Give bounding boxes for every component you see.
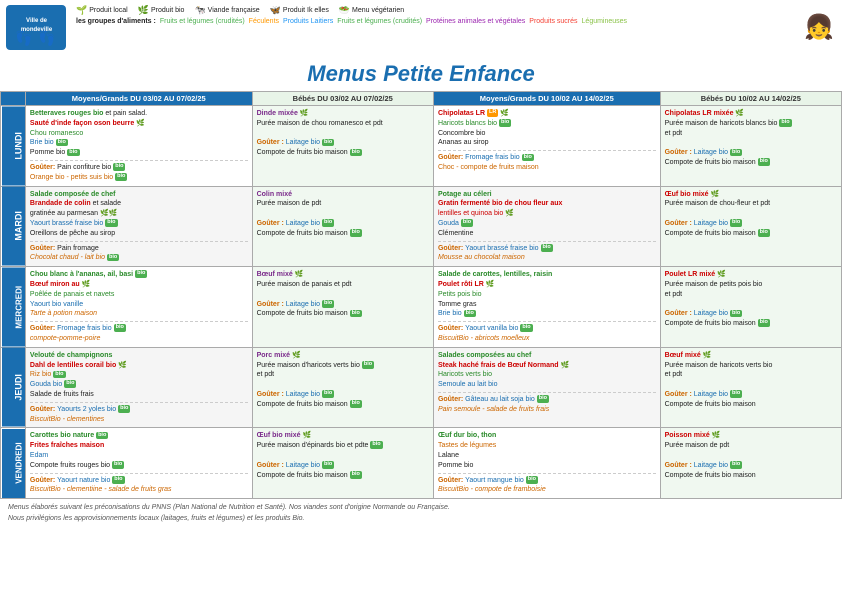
table-row-mardi: MARDI Salade composée de chef Brandade d… [1, 186, 842, 267]
page-title: Menus Petite Enfance [0, 55, 842, 91]
legend-bio: 🌿 Produit bio [138, 5, 185, 16]
vendredi-mg1-cell: Carottes bio nature bio Frites fraîches … [25, 428, 252, 499]
jeudi-bebe2-cell: Bœuf mixé 🌿 Purée maison de haricots ver… [660, 347, 841, 428]
decoration-icon: 👧 [796, 13, 834, 42]
legend-vege: 🥗 Menu végétarien [339, 5, 404, 16]
footer-line2: Nous privilégions les approvisionnements… [8, 514, 834, 525]
lundi-mg1-cell: Betteraves rouges bio et pain salad. Sau… [25, 106, 252, 187]
mercredi-bebe2-cell: Poulet LR mixé 🌿 Purée maison de petits … [660, 267, 841, 348]
footer-line1: Menus élaborés suivant les préconisation… [8, 503, 834, 514]
logo: Ville de mondeville 👣 👣 [6, 5, 66, 50]
lundi-bebe1-cell: Dinde mixée 🌿 Purée maison de chou roman… [252, 106, 433, 187]
mercredi-mg1-cell: Chou blanc à l'ananas, ail, basi bio Bœu… [25, 267, 252, 348]
week1-bebe-header: Bébés DU 03/02 AU 07/02/25 [252, 92, 433, 106]
table-row-jeudi: JEUDI Velouté de champignons Dahl de len… [1, 347, 842, 428]
food-groups: les groupes d'aliments : Fruits et légum… [76, 18, 784, 25]
week1-mg-header: Moyens/Grands DU 03/02 AU 07/02/25 [25, 92, 252, 106]
jeudi-bebe1-cell: Porc mixé 🌿 Purée maison d'haricots vert… [252, 347, 433, 428]
week2-mg-header: Moyens/Grands DU 10/02 AU 14/02/25 [433, 92, 660, 106]
table-row-mercredi: MERCREDI Chou blanc à l'ananas, ail, bas… [1, 267, 842, 348]
mardi-mg2-cell: Potage au céleri Gratin fermenté bio de … [433, 186, 660, 267]
mercredi-bebe1-cell: Bœuf mixé 🌿 Purée maison de panais et pd… [252, 267, 433, 348]
vendredi-mg2-cell: Œuf dur bio, thon Tastes de légumes Lala… [433, 428, 660, 499]
footer: Menus élaborés suivant les préconisation… [0, 499, 842, 528]
svg-text:👣: 👣 [38, 29, 55, 47]
legend-ikelles: 🦋 Produit Ik elles [270, 5, 329, 16]
jeudi-mg2-cell: Salades composées au chef Steak haché fr… [433, 347, 660, 428]
lundi-mg2-cell: Chipolatas LR LR 🌿 Haricots blancs bio b… [433, 106, 660, 187]
menu-table: Moyens/Grands DU 03/02 AU 07/02/25 Bébés… [0, 91, 842, 499]
mardi-bebe2-cell: Œuf bio mixé 🌿 Purée maison de chou-fleu… [660, 186, 841, 267]
table-row-vendredi: VENDREDI Carottes bio nature bio Frites … [1, 428, 842, 499]
day-label-jeudi: JEUDI [1, 347, 26, 428]
legend-local: 🌱 Produit local [76, 5, 128, 16]
day-label-mardi: MARDI [1, 186, 26, 267]
legend-bar: 🌱 Produit local 🌿 Produit bio 🐄 Viande f… [76, 5, 784, 16]
day-label-vendredi: VENDREDI [1, 428, 26, 499]
day-label-mercredi: MERCREDI [1, 267, 26, 348]
legend-viande: 🐄 Viande française [194, 5, 259, 16]
vendredi-bebe2-cell: Poisson mixé 🌿 Purée maison de pdt Goûte… [660, 428, 841, 499]
mardi-bebe1-cell: Colin mixé Purée maison de pdt Goûter : … [252, 186, 433, 267]
vendredi-bebe1-cell: Œuf bio mixé 🌿 Purée maison d'épinards b… [252, 428, 433, 499]
mercredi-mg2-cell: Salade de carottes, lentilles, raisin Po… [433, 267, 660, 348]
week2-bebe-header: Bébés DU 10/02 AU 14/02/25 [660, 92, 841, 106]
jeudi-mg1-cell: Velouté de champignons Dahl de lentilles… [25, 347, 252, 428]
svg-text:👣: 👣 [15, 29, 32, 47]
lundi-bebe2-cell: Chipolatas LR mixée 🌿 Purée maison de ha… [660, 106, 841, 187]
table-row-lundi: LUNDI Betteraves rouges bio et pain sala… [1, 106, 842, 187]
svg-text:Ville de: Ville de [26, 18, 48, 24]
day-label-lundi: LUNDI [1, 106, 26, 187]
mardi-mg1-cell: Salade composée de chef Brandade de coli… [25, 186, 252, 267]
top-bar: Ville de mondeville 👣 👣 🌱 Produit local … [0, 0, 842, 55]
